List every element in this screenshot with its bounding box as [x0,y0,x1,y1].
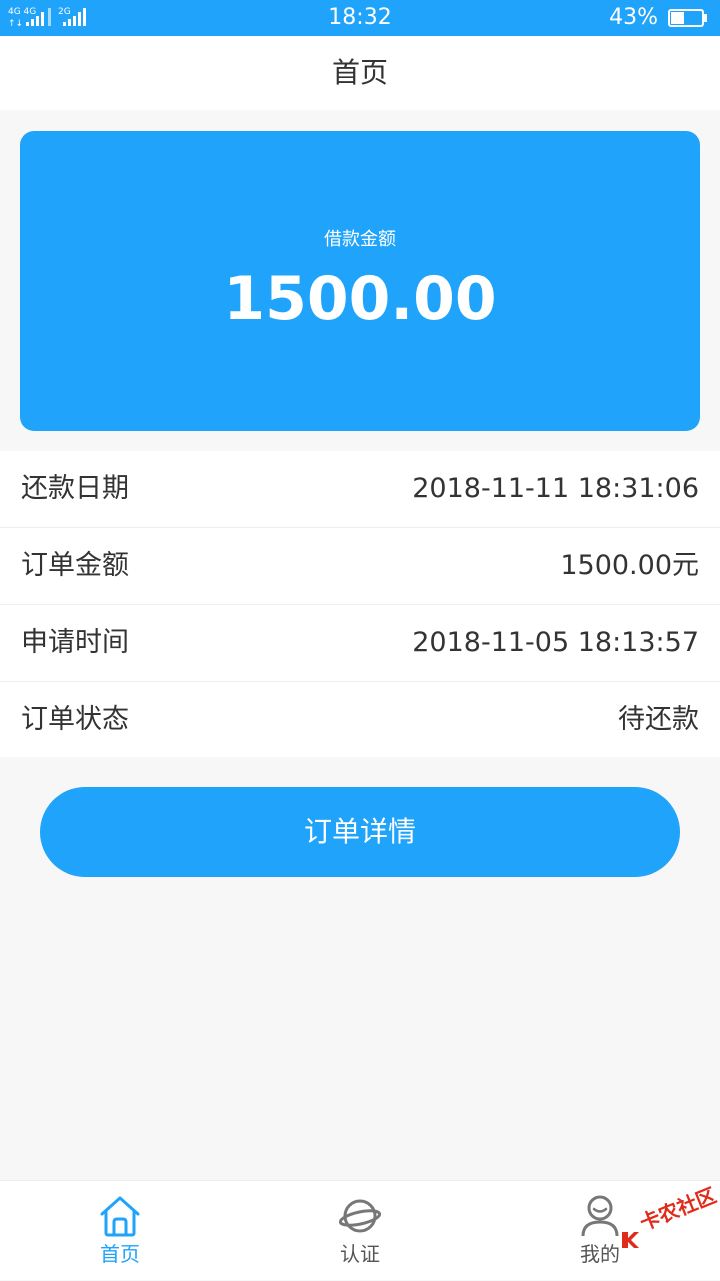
order-amount-label: 订单金额 [21,550,129,581]
status-bar: 4G 4G 2G ↑↓ 18:32 43% [0,0,720,36]
order-status-label: 订单状态 [21,704,129,735]
order-detail-button-label: 订单详情 [303,815,416,848]
home-icon [100,1196,140,1237]
watermark-text: 卡农社区 [636,1182,720,1236]
order-info-list: 还款日期 2018-11-11 18:31:06 订单金额 1500.00元 申… [0,451,720,757]
tab-home-label: 首页 [100,1242,140,1266]
tab-verify-label: 认证 [340,1242,380,1266]
apply-time-label: 申请时间 [21,627,129,658]
watermark-logo: 卡农社区 [620,1183,720,1264]
battery-percent: 43% [609,5,658,30]
apply-time-value: 2018-11-05 18:13:57 [412,627,699,658]
repayment-date-row: 还款日期 2018-11-11 18:31:06 [0,451,720,527]
order-status-value: 待还款 [618,704,699,735]
tab-home[interactable]: 首页 [0,1181,240,1281]
order-amount-value: 1500.00元 [560,550,699,581]
loan-amount-label: 借款金额 [324,229,396,250]
page-title: 首页 [331,56,388,89]
user-icon [581,1195,619,1237]
apply-time-row: 申请时间 2018-11-05 18:13:57 [0,605,720,681]
tab-verify[interactable]: 认证 [240,1181,480,1281]
watermark-k-icon [622,1232,639,1248]
repayment-date-label: 还款日期 [21,473,129,504]
planet-icon [338,1199,382,1233]
loan-amount-card: 借款金额 1500.00 [20,131,700,431]
battery-icon [668,9,707,27]
order-detail-button[interactable]: 订单详情 [40,787,680,877]
order-amount-row: 订单金额 1500.00元 [0,528,720,604]
repayment-date-value: 2018-11-11 18:31:06 [412,473,699,504]
order-status-row: 订单状态 待还款 [0,682,720,758]
loan-amount-value: 1500.00 [223,264,497,334]
bottom-tab-bar: 首页 认证 我的 [0,1180,720,1280]
title-bar: 首页 [0,36,720,110]
